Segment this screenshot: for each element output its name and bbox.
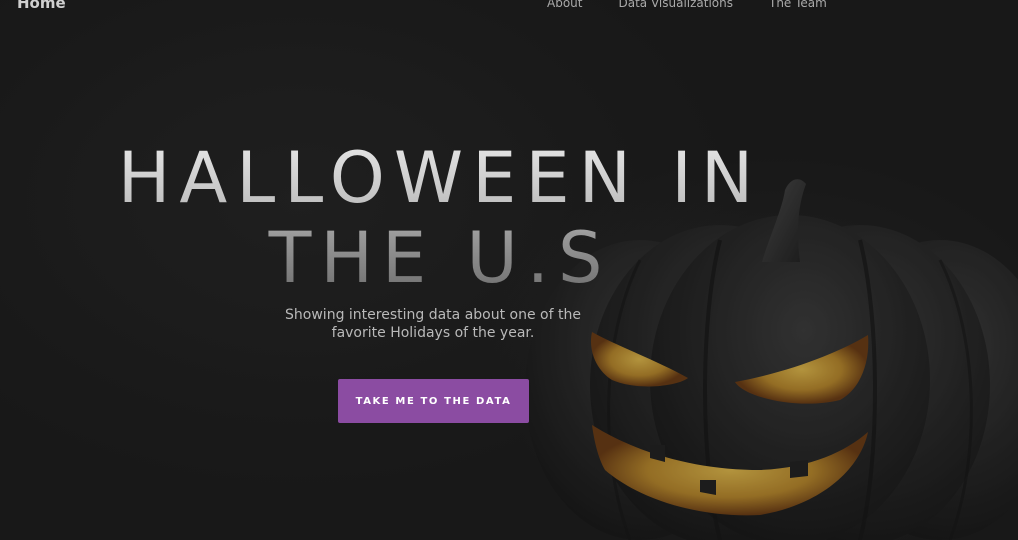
nav-link-the-team[interactable]: The Team xyxy=(769,0,827,10)
hero-section: Home About Data Visualizations The Team … xyxy=(0,0,1018,540)
nav-link-about[interactable]: About xyxy=(547,0,582,10)
nav-home-link[interactable]: Home xyxy=(17,0,66,12)
take-me-to-the-data-button[interactable]: TAKE ME TO THE DATA xyxy=(338,379,529,423)
top-navigation: About Data Visualizations The Team xyxy=(547,0,863,10)
nav-link-data-visualizations[interactable]: Data Visualizations xyxy=(618,0,733,10)
hero-subtitle: Showing interesting data about one of th… xyxy=(285,307,581,341)
hero-title: HALLOWEEN IN THE U.S xyxy=(40,138,840,298)
